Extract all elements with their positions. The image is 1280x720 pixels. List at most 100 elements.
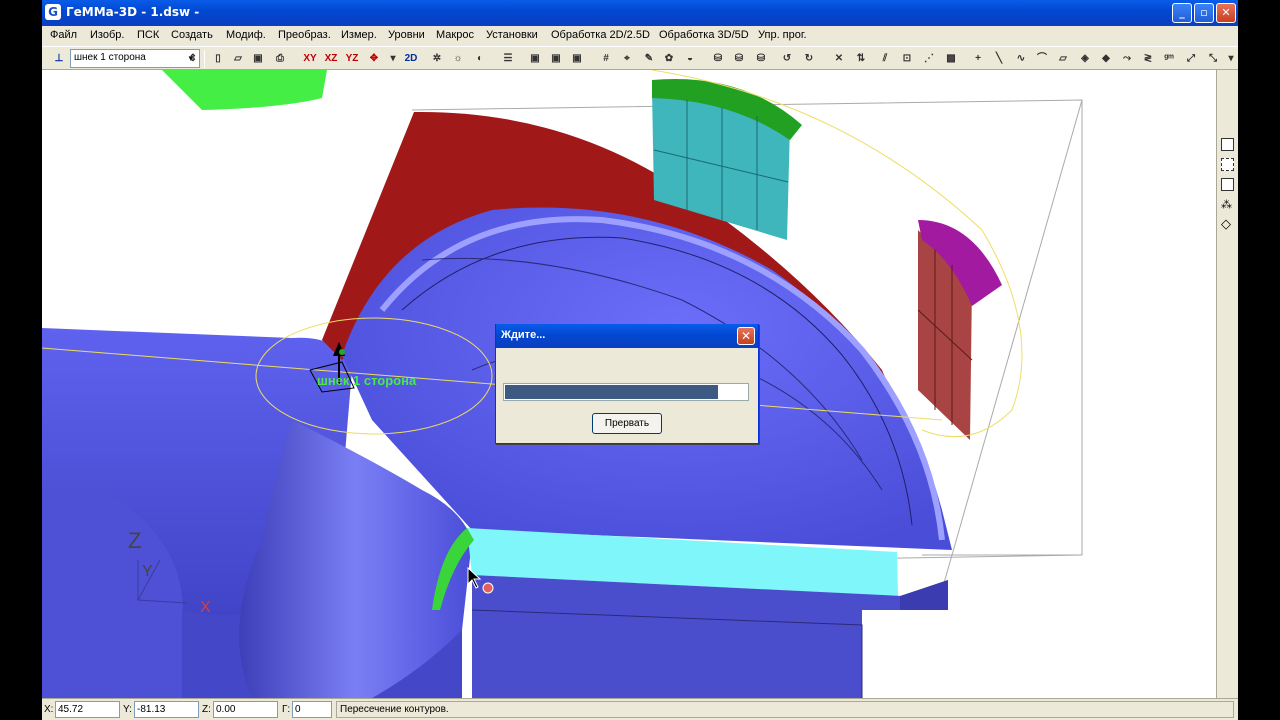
layer-combo-value: шнек 1 сторона (74, 52, 146, 63)
snap-icon[interactable]: ⌖ (618, 50, 636, 68)
maximize-button[interactable]: ▫ (1194, 3, 1214, 23)
cylinder-section-icon[interactable]: ⛁ (730, 50, 748, 68)
grid-icon[interactable]: # (597, 50, 615, 68)
transform-icon[interactable]: ⤢ (1182, 50, 1200, 68)
menu-bar: Файл Изобр. ПСК Создать Модиф. Преобраз.… (42, 26, 1238, 46)
sun-icon[interactable]: ☼ (449, 50, 467, 68)
layers-icon[interactable]: ☰ (499, 50, 517, 68)
layer-combo[interactable]: шнек 1 сторона ▼ (70, 49, 200, 68)
x-coordinate-field[interactable]: 45.72 (55, 701, 120, 718)
point-icon[interactable]: + (969, 50, 987, 68)
window-icon-1[interactable]: ▣ (526, 50, 544, 68)
offset-icon[interactable]: ≷ (1139, 50, 1157, 68)
cylinder-solid-icon[interactable]: ⛁ (752, 50, 770, 68)
view-xy-button[interactable]: XY (301, 50, 319, 68)
menu-file[interactable]: Файл (50, 29, 77, 41)
select-box-icon[interactable] (1221, 178, 1234, 191)
surface-icon[interactable]: ◈ (1076, 50, 1094, 68)
trim-icon[interactable]: ✕ (830, 50, 848, 68)
dialog-title-bar[interactable]: Ждите... ✕ (496, 324, 758, 348)
cylinder-icon[interactable]: ⛁ (709, 50, 727, 68)
palette-icon[interactable]: ✿ (660, 50, 678, 68)
dialog-close-button[interactable]: ✕ (737, 327, 755, 345)
menu-ucs[interactable]: ПСК (137, 29, 159, 41)
rotate-icon[interactable]: ✲ (428, 50, 446, 68)
g-label: Г: (282, 704, 291, 715)
filter-icon[interactable]: ⁂ (1221, 198, 1234, 211)
shade-icon[interactable]: ◐ (471, 50, 489, 68)
menu-machining-3d[interactable]: Обработка 3D/5D (659, 29, 749, 41)
model-label: шнек 1 сторона (317, 373, 417, 388)
view-yz-button[interactable]: YZ (343, 50, 361, 68)
progress-fill (505, 385, 718, 399)
toolbar-more-icon[interactable]: ▾ (1222, 50, 1238, 68)
pencil-icon[interactable]: ✎ (640, 50, 658, 68)
select-dashed-icon[interactable] (1221, 158, 1234, 171)
toolbar-separator (204, 50, 205, 68)
menu-transform[interactable]: Преобраз. (278, 29, 331, 41)
progress-bar (503, 383, 749, 401)
open-folder-icon[interactable]: ▱ (229, 50, 247, 68)
progress-dialog: Ждите... ✕ Прервать (495, 324, 759, 444)
new-file-icon[interactable]: ▯ (209, 50, 227, 68)
save-icon[interactable]: ▣ (249, 50, 267, 68)
application-window: G ГеММа-3D - 1.dsw - _ ▫ ✕ Файл Изобр. П… (42, 0, 1238, 720)
app-icon[interactable]: G (45, 4, 61, 20)
line-icon[interactable]: ╲ (990, 50, 1008, 68)
dimension-icon[interactable]: ⊡ (898, 50, 916, 68)
window-icon-2[interactable]: ▣ (547, 50, 565, 68)
g-field[interactable]: 0 (292, 701, 332, 718)
spin-icon[interactable]: ⇕ (184, 50, 202, 68)
menu-image[interactable]: Изобр. (90, 29, 124, 41)
mode-2d-button[interactable]: 2D (402, 50, 420, 68)
menu-settings[interactable]: Установки (486, 29, 538, 41)
rectangle-icon[interactable]: ▱ (1054, 50, 1072, 68)
mesh-icon[interactable]: ▩ (942, 50, 960, 68)
axis-z-label: Z (128, 528, 141, 553)
title-bar[interactable]: G ГеММа-3D - 1.dsw - _ ▫ ✕ (42, 0, 1238, 26)
ucs-icon[interactable]: ⊥ (50, 50, 68, 68)
pattern-icon[interactable]: ⋰ (920, 50, 938, 68)
y-coordinate-field[interactable]: -81.13 (134, 701, 199, 718)
menu-program-control[interactable]: Упр. прог. (758, 29, 807, 41)
menu-create[interactable]: Создать (171, 29, 213, 41)
menu-levels[interactable]: Уровни (388, 29, 425, 41)
hatch-icon[interactable]: ⫽ (876, 50, 894, 68)
green-surface-fragment (162, 70, 327, 110)
text-icon[interactable]: ᵍᵐ (1160, 50, 1178, 68)
menu-macro[interactable]: Макрос (436, 29, 474, 41)
measure-icon[interactable]: ⇅ (852, 50, 870, 68)
spline-icon[interactable]: ∿ (1012, 50, 1030, 68)
print-icon[interactable]: ⎙ (271, 50, 289, 68)
menu-modify[interactable]: Модиф. (226, 29, 266, 41)
menu-machining-2d[interactable]: Обработка 2D/2.5D (551, 29, 650, 41)
y-label: Y: (123, 704, 132, 715)
window-icon-3[interactable]: ▣ (568, 50, 586, 68)
color-fill-icon[interactable]: ◒ (681, 50, 699, 68)
link-icon[interactable]: ⤡ (1204, 50, 1222, 68)
select-window-icon[interactable] (1221, 138, 1234, 151)
z-coordinate-field[interactable]: 0.00 (213, 701, 278, 718)
view-xz-button[interactable]: XZ (322, 50, 340, 68)
status-message: Пересечение контуров. (336, 701, 1234, 718)
menu-measure[interactable]: Измер. (341, 29, 377, 41)
view-menu-arrow-icon[interactable]: ▾ (384, 50, 402, 68)
window-title: ГеММа-3D - 1.dsw - (66, 5, 200, 19)
view-iso-icon[interactable]: ✥ (365, 50, 383, 68)
viewport-bottom-right-gap (862, 610, 982, 698)
arc-icon[interactable]: ⌒ (1033, 50, 1051, 68)
solid-icon[interactable]: ◆ (1097, 50, 1115, 68)
curve-edit-icon[interactable]: ⤳ (1118, 50, 1136, 68)
axis-x-label: X (200, 599, 211, 616)
status-bar: X: 45.72 Y: -81.13 Z: 0.00 Г: 0 Пересече… (42, 698, 1238, 720)
cancel-button[interactable]: Прервать (592, 413, 662, 434)
main-toolbar: ⊥ шнек 1 сторона ▼ ⇕ ▯ ▱ ▣ ⎙ XY XZ YZ ✥ … (42, 46, 1238, 70)
x-label: X: (44, 704, 54, 715)
minimize-button[interactable]: _ (1172, 3, 1192, 23)
diamond-icon[interactable]: ◇ (1221, 218, 1234, 231)
undo-rotate-icon[interactable]: ↺ (778, 50, 796, 68)
axis-y-label: Y (142, 563, 153, 580)
close-button[interactable]: ✕ (1216, 3, 1236, 23)
redo-rotate-icon[interactable]: ↻ (800, 50, 818, 68)
right-tool-panel: ⁂ ◇ (1216, 70, 1238, 698)
